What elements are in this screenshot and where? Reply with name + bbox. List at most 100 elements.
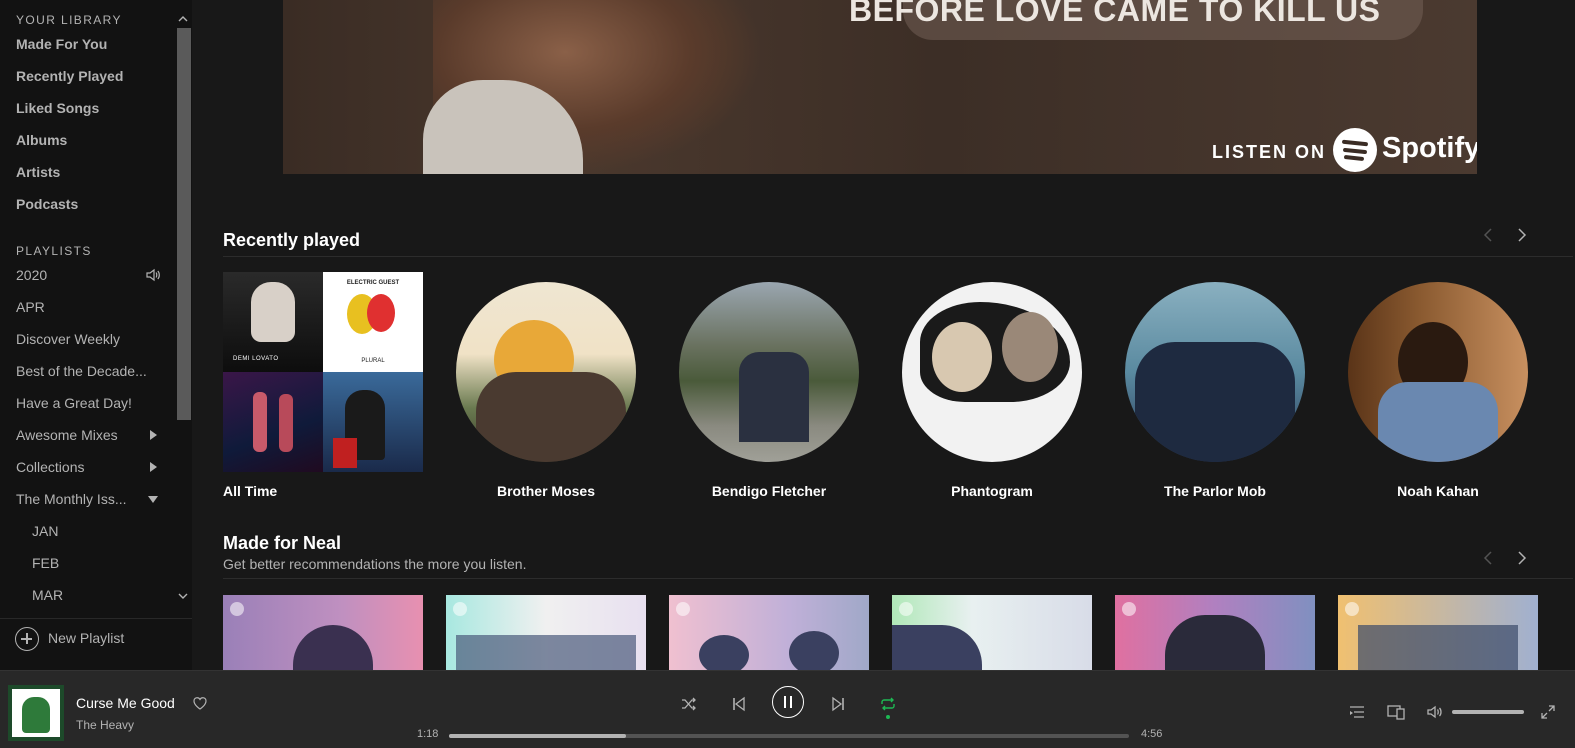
mix-card[interactable] — [892, 595, 1092, 670]
heart-icon[interactable] — [192, 695, 208, 711]
plus-circle-icon — [15, 627, 39, 651]
sidebar-scroll-area: YOUR LIBRARY Made For You Recently Playe… — [0, 0, 176, 606]
sidebar: YOUR LIBRARY Made For You Recently Playe… — [0, 0, 192, 670]
repeat-icon[interactable] — [879, 695, 897, 713]
made-for-title[interactable]: Made for Neal — [223, 533, 341, 554]
spotify-badge-icon — [899, 602, 913, 616]
mix-card[interactable] — [446, 595, 646, 670]
chevron-right-icon[interactable] — [1514, 227, 1530, 243]
playlist-item-have-a-great-day[interactable]: Have a Great Day! — [16, 395, 166, 411]
cover-text: DEMI LOVATO — [233, 356, 279, 362]
artist-card-phantogram[interactable]: Phantogram — [892, 272, 1092, 502]
sidebar-scrollbar-thumb[interactable] — [177, 28, 191, 420]
now-playing-cover[interactable] — [8, 685, 64, 741]
cover-text: ELECTRIC GUEST — [346, 280, 400, 286]
spotify-app: YOUR LIBRARY Made For You Recently Playe… — [0, 0, 1575, 748]
mix-card[interactable] — [1338, 595, 1538, 670]
card-title[interactable]: All Time — [223, 483, 423, 499]
speaker-icon — [146, 268, 160, 282]
scroll-down-icon[interactable] — [178, 591, 188, 601]
spotify-badge-icon — [1345, 602, 1359, 616]
volume-icon[interactable] — [1426, 703, 1444, 721]
recently-played-title[interactable]: Recently played — [223, 230, 360, 251]
track-artist[interactable]: The Heavy — [76, 718, 134, 732]
sidebar-item-liked-songs[interactable]: Liked Songs — [16, 100, 166, 116]
queue-icon[interactable] — [1348, 703, 1366, 721]
artist-image — [679, 282, 859, 462]
mosaic-cover: DEMI LOVATO ELECTRIC GUEST PLURAL — [223, 272, 423, 472]
repeat-active-indicator — [886, 715, 890, 719]
card-title[interactable]: Phantogram — [892, 483, 1092, 499]
folder-awesome-mixes[interactable]: Awesome Mixes — [16, 427, 141, 443]
mix-card[interactable] — [223, 595, 423, 670]
ad-banner[interactable]: BEFORE LOVE CAME TO KILL US LISTEN ON Sp… — [283, 0, 1477, 174]
banner-listen-on: LISTEN ON — [1212, 142, 1327, 162]
chevron-left-icon[interactable] — [1480, 550, 1496, 566]
playlist-item-jan[interactable]: JAN — [32, 523, 176, 539]
artist-image — [456, 282, 636, 462]
cover-text: PLURAL — [361, 358, 385, 364]
devices-icon[interactable] — [1387, 703, 1405, 721]
playlist-item-feb[interactable]: FEB — [32, 555, 176, 571]
card-title[interactable]: Noah Kahan — [1338, 483, 1538, 499]
card-title[interactable]: Brother Moses — [446, 483, 646, 499]
track-title[interactable]: Curse Me Good — [76, 695, 175, 711]
pause-button[interactable] — [772, 686, 804, 718]
artist-card-brother-moses[interactable]: Brother Moses — [446, 272, 646, 502]
sidebar-item-made-for-you[interactable]: Made For You — [16, 36, 166, 52]
previous-icon[interactable] — [730, 695, 748, 713]
triangle-right-icon[interactable] — [147, 429, 159, 441]
folder-monthly-issue[interactable]: The Monthly Iss... — [16, 491, 141, 507]
cover-tile — [323, 372, 423, 472]
new-playlist-button[interactable]: New Playlist — [0, 618, 192, 658]
section-divider — [223, 256, 1573, 257]
sidebar-item-podcasts[interactable]: Podcasts — [16, 196, 166, 212]
triangle-down-icon[interactable] — [147, 493, 159, 505]
artist-card-noah-kahan[interactable]: Noah Kahan — [1338, 272, 1538, 502]
mix-card[interactable] — [1115, 595, 1315, 670]
pause-icon — [784, 696, 792, 708]
playlist-item-discover-weekly[interactable]: Discover Weekly — [16, 331, 166, 347]
playlist-item-apr[interactable]: APR — [16, 299, 166, 315]
sidebar-item-artists[interactable]: Artists — [16, 164, 166, 180]
playlist-item-mar[interactable]: MAR — [32, 587, 176, 603]
progress-bar-fill — [449, 734, 626, 738]
card-title[interactable]: The Parlor Mob — [1115, 483, 1315, 499]
cover-tile: ELECTRIC GUEST PLURAL — [323, 272, 423, 372]
fullscreen-icon[interactable] — [1539, 703, 1557, 721]
new-playlist-label: New Playlist — [48, 630, 125, 646]
volume-slider[interactable] — [1452, 710, 1524, 714]
spotify-badge-icon — [676, 602, 690, 616]
total-time: 4:56 — [1141, 728, 1163, 740]
artist-card-bendigo-fletcher[interactable]: Bendigo Fletcher — [669, 272, 869, 502]
banner-spotify-wordmark: Spotify — [1382, 132, 1477, 164]
progress-bar[interactable] — [449, 734, 1129, 738]
section-divider — [223, 578, 1573, 579]
shuffle-icon[interactable] — [680, 695, 698, 713]
scroll-up-icon[interactable] — [178, 14, 188, 24]
playlist-card-all-time[interactable]: DEMI LOVATO ELECTRIC GUEST PLURAL All Ti… — [223, 272, 423, 502]
made-for-subtitle: Get better recommendations the more you … — [223, 556, 527, 572]
playlists-heading: PLAYLISTS — [16, 244, 92, 258]
banner-headline: BEFORE LOVE CAME TO KILL US — [849, 0, 1381, 28]
playlist-item-2020[interactable]: 2020 — [16, 267, 136, 283]
spotify-badge-icon — [453, 602, 467, 616]
spotify-logo-icon — [1333, 128, 1377, 172]
chevron-right-icon[interactable] — [1514, 550, 1530, 566]
playlist-item-best-of-decade[interactable]: Best of the Decade... — [16, 363, 154, 379]
folder-collections[interactable]: Collections — [16, 459, 141, 475]
library-heading: YOUR LIBRARY — [16, 13, 122, 27]
elapsed-time: 1:18 — [417, 728, 439, 740]
sidebar-item-recently-played[interactable]: Recently Played — [16, 68, 166, 84]
spotify-badge-icon — [1122, 602, 1136, 616]
next-icon[interactable] — [829, 695, 847, 713]
mix-card[interactable] — [669, 595, 869, 670]
cover-tile — [223, 372, 323, 472]
artist-image — [902, 282, 1082, 462]
artist-image — [1125, 282, 1305, 462]
chevron-left-icon[interactable] — [1480, 227, 1496, 243]
triangle-right-icon[interactable] — [147, 461, 159, 473]
sidebar-item-albums[interactable]: Albums — [16, 132, 166, 148]
card-title[interactable]: Bendigo Fletcher — [669, 483, 869, 499]
artist-card-the-parlor-mob[interactable]: The Parlor Mob — [1115, 272, 1315, 502]
